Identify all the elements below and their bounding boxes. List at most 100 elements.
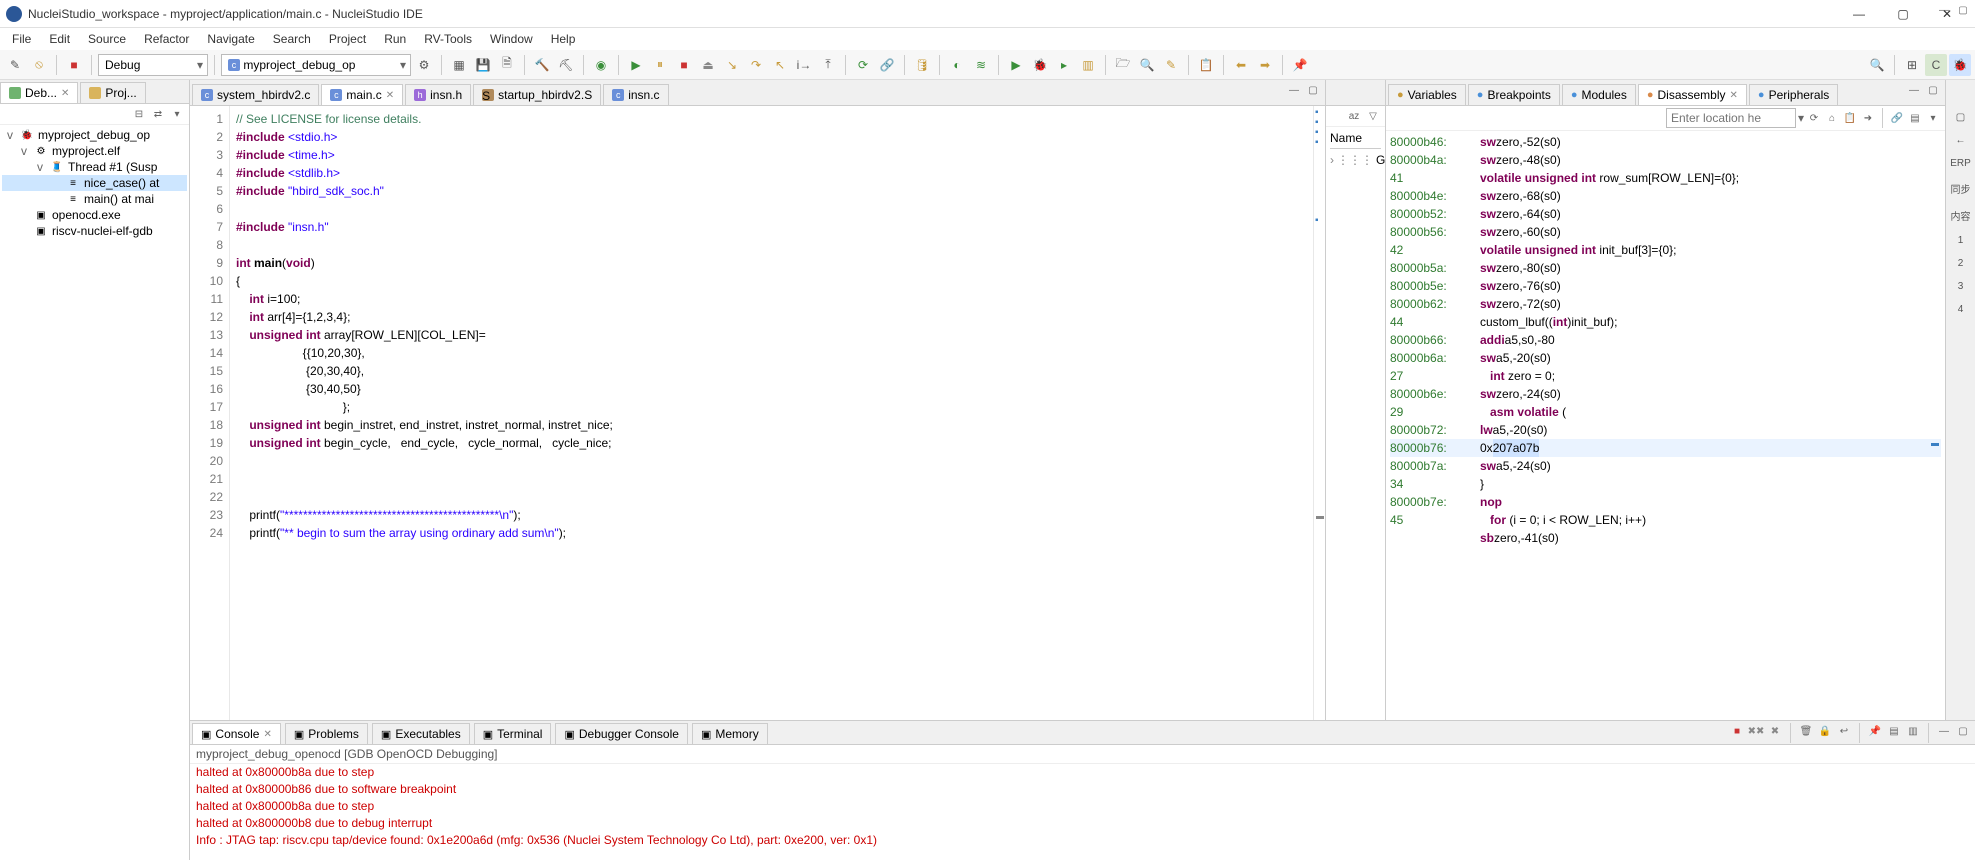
remove-all-icon[interactable]: ✖ [1767,723,1783,739]
terminate-icon[interactable]: ■ [1729,723,1745,739]
menu-search[interactable]: Search [265,30,319,48]
step-over-icon[interactable]: ↷ [745,54,767,76]
minimize-editor-icon[interactable]: — [1286,82,1302,98]
edit-source-icon[interactable]: ✎ [4,54,26,76]
menu-navigate[interactable]: Navigate [199,30,262,48]
minimize-view-icon[interactable]: — [1906,82,1922,98]
search-icon[interactable]: 🔍 [1136,54,1158,76]
wrap-icon[interactable]: ↩ [1836,723,1852,739]
close-tab-icon[interactable]: ✕ [263,729,271,740]
sidebar-square-icon[interactable]: ▢ [1954,110,1967,125]
tab-problems[interactable]: ▣Problems [285,723,368,744]
location-input[interactable] [1666,108,1796,128]
disconnect-icon[interactable]: ⏏ [697,54,719,76]
tree-item[interactable]: ≡nice_case() at [2,175,187,191]
filter-icon[interactable]: ▽ [1365,108,1381,124]
display-selected-icon[interactable]: ▤ [1886,723,1902,739]
tab-console[interactable]: ▣Console✕ [192,723,281,744]
disasm-row[interactable]: 80000b5e: sw zero,-76(s0) [1390,277,1941,295]
tab-debug[interactable]: Deb...✕ [0,82,78,103]
show-src-icon[interactable]: ▤ [1907,110,1923,126]
step-into-icon[interactable]: ↘ [721,54,743,76]
sidebar-item[interactable]: 内容 [1949,206,1973,225]
disasm-row[interactable]: 44 custom_lbuf((int)init_buf); [1390,313,1941,331]
editor-tab[interactable]: Sstartup_hbirdv2.S [473,84,601,105]
tab-terminal[interactable]: ▣Terminal [474,723,552,744]
refresh-icon[interactable]: ⟳ [1806,110,1822,126]
menu-help[interactable]: Help [543,30,584,48]
save-all-icon[interactable]: 🗎 [496,54,518,76]
tree-item[interactable]: ≡main() at mai [2,191,187,207]
disasm-row[interactable]: 34 } [1390,475,1941,493]
disassembly-listing[interactable]: 80000b46: sw zero,-52(s0)80000b4a: sw ze… [1386,131,1945,720]
build-all-icon[interactable]: ⛏ [555,54,577,76]
disasm-row[interactable]: 80000b6e: sw zero,-24(s0) [1390,385,1941,403]
link-src-icon[interactable]: 🔗 [1889,110,1905,126]
tab-disassembly[interactable]: ●Disassembly✕ [1638,84,1747,105]
disasm-row[interactable]: 80000b52: sw zero,-64(s0) [1390,205,1941,223]
menu-refactor[interactable]: Refactor [136,30,197,48]
goto-icon[interactable]: ➜ [1860,110,1876,126]
save-icon[interactable]: 💾 [472,54,494,76]
menu-file[interactable]: File [4,30,39,48]
tab-debugger-console[interactable]: ▣Debugger Console [555,723,687,744]
sidebar-item[interactable]: 同步 [1949,179,1973,198]
sidebar-item[interactable]: 1 [1956,233,1966,248]
menu-project[interactable]: Project [321,30,374,48]
tab-executables[interactable]: ▣Executables [372,723,470,744]
coverage-icon[interactable]: ▥ [1077,54,1099,76]
resume-icon[interactable]: ▶ [625,54,647,76]
launch-config-combo[interactable]: c myproject_debug_op [221,54,411,76]
target-icon[interactable]: ◉ [590,54,612,76]
quick-access-icon[interactable]: 🔍 [1866,54,1888,76]
disasm-row[interactable]: 80000b5a: sw zero,-80(s0) [1390,259,1941,277]
back-icon[interactable]: ⬅ [1230,54,1252,76]
editor-tab[interactable]: cmain.c✕ [321,84,403,105]
editor-tab[interactable]: csystem_hbirdv2.c [192,84,319,105]
tab-modules[interactable]: ●Modules [1562,84,1636,105]
menu-rv-tools[interactable]: RV-Tools [416,30,480,48]
menu-window[interactable]: Window [482,30,541,48]
reconnect-icon[interactable]: 🔗 [876,54,898,76]
overview-ruler[interactable]: ▪▪▪▪ ▪ [1313,106,1325,720]
sidebar-item[interactable]: 2 [1956,256,1966,271]
sidebar-arrow-icon[interactable]: ← [1954,133,1968,148]
disasm-row[interactable]: 80000b4e: sw zero,-68(s0) [1390,187,1941,205]
outline-item[interactable]: ›⋮⋮⋮Gen [1330,149,1381,171]
view-menu-icon[interactable]: ▾ [1925,110,1941,126]
maximize-button[interactable]: ▢ [1881,0,1925,28]
tab-variables[interactable]: ●Variables [1388,84,1466,105]
minimize-button[interactable]: — [1837,0,1881,28]
maximize-view-icon[interactable]: ▢ [1955,723,1971,739]
debug-icon[interactable]: 🐞 [1029,54,1051,76]
build-config-combo[interactable]: Debug [98,54,208,76]
disasm-row[interactable]: 80000b6a: sw a5,-20(s0) [1390,349,1941,367]
mark-icon[interactable]: ✎ [1160,54,1182,76]
menu-run[interactable]: Run [376,30,414,48]
tree-item[interactable]: v🧵Thread #1 (Susp [2,159,187,175]
copy-icon[interactable]: 📋 [1842,110,1858,126]
editor-tab[interactable]: hinsn.h [405,84,471,105]
disasm-row[interactable]: 41 volatile unsigned int row_sum[ROW_LEN… [1390,169,1941,187]
instr-step-icon[interactable]: i→ [793,54,815,76]
build-icon[interactable]: 🔨 [531,54,553,76]
sidebar-item[interactable]: ERP [1948,156,1973,171]
tree-item[interactable]: ▣openocd.exe [2,207,187,223]
disasm-row[interactable]: 80000b56: sw zero,-60(s0) [1390,223,1941,241]
close-tab-icon[interactable]: ✕ [1730,90,1738,101]
maximize-view-icon[interactable]: ▢ [1925,82,1941,98]
run-last-icon[interactable]: ▸ [1053,54,1075,76]
home-icon[interactable]: ⌂ [1824,110,1840,126]
tab-breakpoints[interactable]: ●Breakpoints [1468,84,1560,105]
remove-terminated-icon[interactable]: ✖✖ [1748,723,1764,739]
run-icon[interactable]: ▶ [1005,54,1027,76]
menu-source[interactable]: Source [80,30,134,48]
tab-peripherals[interactable]: ●Peripherals [1749,84,1838,105]
disasm-row[interactable]: 80000b7a: sw a5,-24(s0) [1390,457,1941,475]
debug-perspective-icon[interactable]: 🐞 [1949,54,1971,76]
disasm-row[interactable]: 80000b66: addi a5,s0,-80 [1390,331,1941,349]
sidebar-item[interactable]: 4 [1956,302,1966,317]
link-editor-icon[interactable]: ⇄ [150,106,166,122]
disasm-row[interactable]: sb zero,-41(s0) [1390,529,1941,547]
view-menu-icon[interactable]: ▾ [169,106,185,122]
